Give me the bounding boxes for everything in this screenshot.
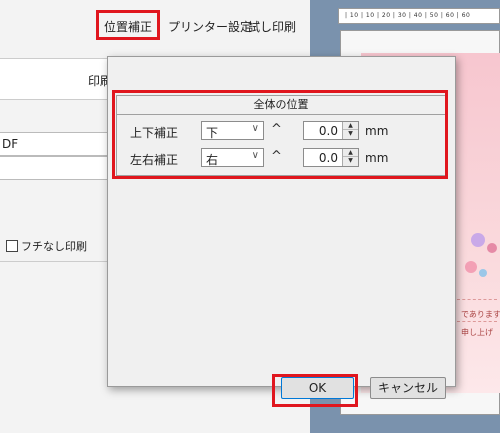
menu-test-print[interactable]: 試し印刷 [248,18,296,35]
group-highlight-box [112,90,448,179]
blank-field[interactable] [0,156,108,180]
card-small-2: 申し上げ [461,328,493,337]
printer-field-text: DF [2,137,19,151]
divider [0,261,108,262]
menu-highlight-box [96,10,160,40]
flower-decoration [487,243,497,253]
flower-decoration [471,233,485,247]
ruler: | 10 | 10 | 20 | 30 | 40 | 50 | 60 | 60 [338,8,500,24]
menubar: 位置補正 プリンター設定 試し印刷 [0,0,310,48]
borderless-checkbox[interactable]: フチなし印刷 [6,238,87,254]
borderless-label: フチなし印刷 [21,240,87,253]
printer-field[interactable]: DF [0,132,108,156]
text-line [457,321,497,322]
cancel-button[interactable]: キャンセル [370,377,446,399]
menu-printer-settings[interactable]: プリンター設定 [168,18,252,35]
ok-highlight-box [272,374,358,407]
text-line [457,299,497,300]
checkbox-box[interactable] [6,240,18,252]
flower-decoration [479,269,487,277]
flower-decoration [465,261,477,273]
card-small-1: であります [461,310,500,319]
